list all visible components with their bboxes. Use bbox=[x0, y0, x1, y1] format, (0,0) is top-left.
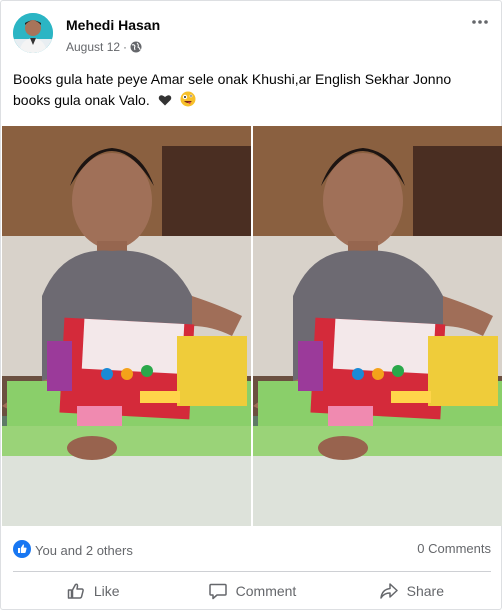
divider bbox=[13, 571, 491, 572]
black-heart-icon bbox=[158, 95, 171, 106]
thumbs-up-icon[interactable] bbox=[13, 540, 31, 558]
zany-face-icon bbox=[180, 91, 196, 107]
likes-count[interactable]: You and 2 others bbox=[35, 543, 133, 558]
like-icon bbox=[67, 583, 84, 599]
like-button[interactable]: Like bbox=[13, 575, 172, 607]
comment-label: Comment bbox=[235, 583, 297, 599]
share-icon bbox=[379, 583, 398, 599]
share-label: Share bbox=[406, 583, 444, 599]
post-header: Mehedi Hasan August 12 · bbox=[13, 13, 491, 57]
photo-grid bbox=[2, 126, 502, 526]
comment-button[interactable]: Comment bbox=[172, 575, 331, 607]
reaction-stats: You and 2 others 0 Comments bbox=[13, 539, 491, 561]
post-photo[interactable] bbox=[2, 126, 251, 526]
post-photo[interactable] bbox=[253, 126, 502, 526]
post-text-content: Books gula hate peye Amar sele onak Khus… bbox=[13, 71, 452, 108]
like-label: Like bbox=[93, 583, 120, 599]
post-meta: August 12 · bbox=[66, 40, 142, 54]
comment-icon bbox=[208, 583, 227, 600]
post-date[interactable]: August 12 bbox=[66, 40, 120, 54]
action-bar: Like Comment Share bbox=[13, 575, 491, 607]
share-button[interactable]: Share bbox=[332, 575, 491, 607]
author-avatar[interactable] bbox=[13, 13, 53, 53]
author-name[interactable]: Mehedi Hasan bbox=[66, 17, 160, 33]
more-options-icon[interactable] bbox=[469, 13, 491, 31]
globe-icon bbox=[130, 41, 142, 53]
comments-count[interactable]: 0 Comments bbox=[417, 541, 491, 556]
post-text: Books gula hate peye Amar sele onak Khus… bbox=[13, 69, 491, 111]
meta-separator: · bbox=[123, 40, 128, 54]
post-card: Mehedi Hasan August 12 · Books gula hate… bbox=[0, 0, 502, 610]
